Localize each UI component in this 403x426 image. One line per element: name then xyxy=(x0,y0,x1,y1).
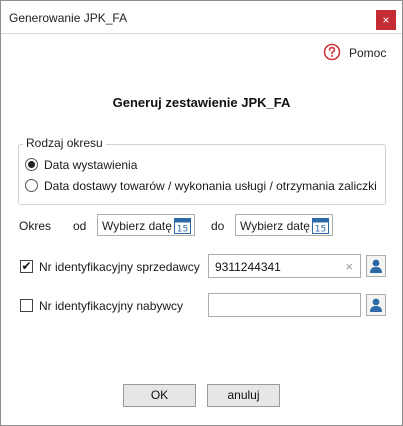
buyer-label: Nr identyfikacyjny nabywcy xyxy=(39,299,184,313)
calendar-icon[interactable]: 15 xyxy=(312,217,329,234)
period-type-group xyxy=(18,144,386,205)
buyer-id-input[interactable] xyxy=(208,293,361,317)
cancel-button[interactable]: anuluj xyxy=(207,384,280,407)
buyer-checkbox[interactable] xyxy=(20,299,33,312)
user-icon xyxy=(370,298,382,312)
window-title: Generowanie JPK_FA xyxy=(9,11,128,25)
user-icon xyxy=(370,259,382,273)
ok-button[interactable]: OK xyxy=(123,384,196,407)
from-label: od xyxy=(73,219,87,233)
radio-button[interactable] xyxy=(25,179,38,192)
period-label: Okres xyxy=(19,219,52,233)
help-link[interactable]: Pomoc xyxy=(349,46,386,60)
close-icon: × xyxy=(382,13,390,27)
help-circle-icon[interactable] xyxy=(323,43,341,61)
calendar-day: 15 xyxy=(315,225,326,235)
page-title: Generuj zestawienie JPK_FA xyxy=(112,95,291,110)
date-to-placeholder: Wybierz datę xyxy=(240,219,310,233)
radio-delivery-date[interactable]: Data dostawy towarów / wykonania usługi … xyxy=(25,179,377,193)
date-from-picker[interactable]: Wybierz datę 15 xyxy=(97,214,195,236)
seller-id-value: 9311244341 xyxy=(215,260,281,274)
date-from-placeholder: Wybierz datę xyxy=(102,219,172,233)
calendar-day: 15 xyxy=(177,225,188,235)
radio-label: Data wystawienia xyxy=(44,158,138,172)
buyer-lookup-button[interactable] xyxy=(366,294,386,316)
date-to-picker[interactable]: Wybierz datę 15 xyxy=(235,214,333,236)
period-type-legend: Rodzaj okresu xyxy=(23,136,106,150)
seller-label: Nr identyfikacyjny sprzedawcy xyxy=(39,260,200,274)
clear-icon[interactable]: × xyxy=(345,259,353,274)
calendar-icon[interactable]: 15 xyxy=(174,217,191,234)
seller-checkbox[interactable]: ✔ xyxy=(20,260,33,273)
close-button[interactable]: × xyxy=(376,10,396,30)
to-label: do xyxy=(211,219,225,233)
radio-issue-date[interactable]: Data wystawienia xyxy=(25,158,137,172)
seller-id-input[interactable]: 9311244341 × xyxy=(208,254,361,278)
check-icon: ✔ xyxy=(21,259,32,273)
title-bar: Generowanie JPK_FA × xyxy=(1,1,402,34)
seller-lookup-button[interactable] xyxy=(366,255,386,277)
radio-button-checked[interactable] xyxy=(25,158,38,171)
dialog-window: Generowanie JPK_FA × Pomoc Generuj zesta… xyxy=(0,0,403,426)
radio-label: Data dostawy towarów / wykonania usługi … xyxy=(44,179,377,193)
